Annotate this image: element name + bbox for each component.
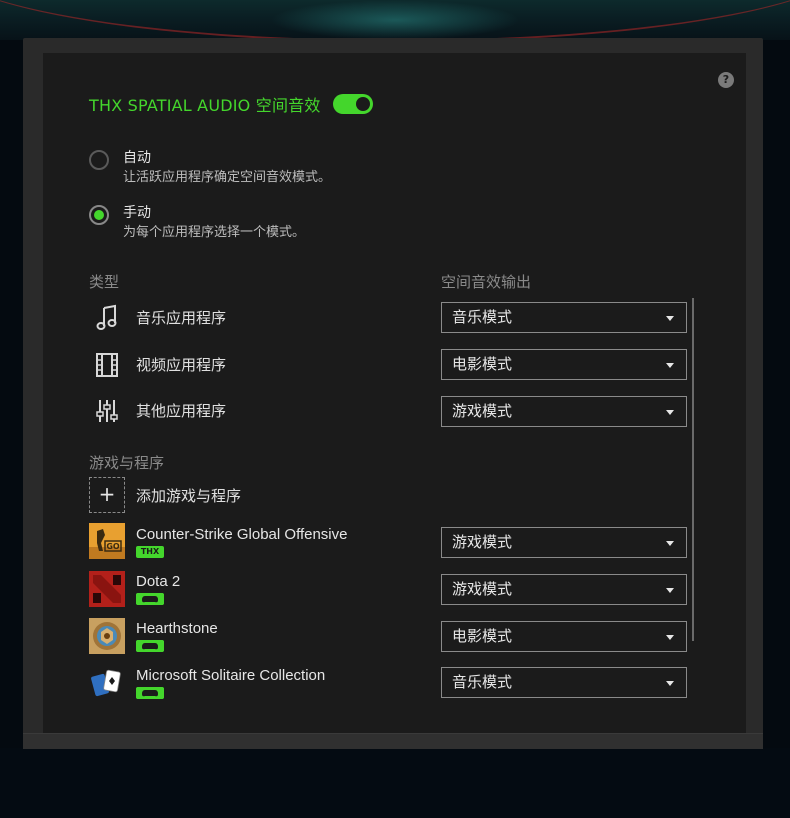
app-type-video-label: 视频应用程序 (136, 356, 227, 374)
app-type-music-mode-select[interactable]: 音乐模式 (441, 302, 687, 333)
banner-arc (0, 0, 790, 40)
game-title-dota2: Dota 2 (136, 573, 181, 590)
gamepad-icon (136, 687, 164, 699)
csgo-logo-icon: GO (89, 523, 125, 559)
select-value: 电影模式 (452, 627, 513, 645)
app-type-other-label: 其他应用程序 (136, 402, 227, 420)
app-type-video-mode-select[interactable]: 电影模式 (441, 349, 687, 380)
app-type-music-label: 音乐应用程序 (136, 309, 227, 327)
spatial-audio-title: THX SPATIAL AUDIO 空间音效 (89, 96, 321, 115)
hearthstone-logo-icon (89, 618, 125, 654)
frame-footer (23, 733, 763, 749)
radio-manual[interactable] (89, 205, 109, 225)
help-icon[interactable]: ? (718, 72, 734, 88)
chevron-down-icon (666, 588, 674, 593)
film-strip-icon (96, 353, 118, 377)
game-solitaire-mode-select[interactable]: 音乐模式 (441, 667, 687, 698)
select-value: 音乐模式 (452, 308, 513, 326)
background-banner (0, 0, 790, 40)
select-value: 游戏模式 (452, 533, 513, 551)
chevron-down-icon (666, 541, 674, 546)
column-output-header: 空间音效输出 (441, 273, 532, 291)
game-title-csgo: Counter-Strike Global Offensive (136, 526, 348, 543)
column-type-header: 类型 (89, 273, 120, 291)
svg-text:GO: GO (106, 542, 120, 551)
mode-auto-option[interactable]: 自动 让活跃应用程序确定空间音效模式。 (89, 149, 331, 189)
spatial-audio-toggle[interactable] (332, 94, 373, 114)
radio-selected-dot (94, 210, 104, 220)
mode-manual-description: 为每个应用程序选择一个模式。 (123, 225, 306, 240)
mode-auto-title: 自动 (123, 150, 151, 166)
game-title-hearthstone: Hearthstone (136, 620, 218, 637)
game-csgo-mode-select[interactable]: 游戏模式 (441, 527, 687, 558)
chevron-down-icon (666, 316, 674, 321)
thx-badge: THX (136, 546, 164, 558)
mode-manual-option[interactable]: 手动 为每个应用程序选择一个模式。 (89, 204, 305, 244)
toggle-knob (355, 97, 370, 111)
scrollbar[interactable] (692, 298, 694, 641)
solitaire-cards-icon (91, 669, 121, 697)
game-dota2-mode-select[interactable]: 游戏模式 (441, 574, 687, 605)
select-value: 游戏模式 (452, 580, 513, 598)
spatial-audio-header: THX SPATIAL AUDIO 空间音效 (89, 92, 373, 116)
mode-auto-description: 让活跃应用程序确定空间音效模式。 (123, 170, 332, 185)
select-value: 电影模式 (452, 355, 513, 373)
music-note-icon (96, 304, 117, 330)
gamepad-icon (136, 593, 164, 605)
add-game-button[interactable]: + (89, 477, 125, 513)
chevron-down-icon (666, 410, 674, 415)
game-hearthstone-mode-select[interactable]: 电影模式 (441, 621, 687, 652)
add-game-label[interactable]: 添加游戏与程序 (136, 485, 241, 506)
equalizer-sliders-icon (96, 400, 118, 422)
game-title-solitaire: Microsoft Solitaire Collection (136, 667, 326, 684)
select-value: 音乐模式 (452, 673, 513, 691)
dota2-logo-icon (89, 571, 125, 607)
app-type-other-mode-select[interactable]: 游戏模式 (441, 396, 687, 427)
mode-manual-title: 手动 (123, 205, 151, 221)
radio-auto[interactable] (89, 150, 109, 170)
select-value: 游戏模式 (452, 402, 513, 420)
chevron-down-icon (666, 681, 674, 686)
background-bottom (0, 748, 790, 818)
chevron-down-icon (666, 635, 674, 640)
chevron-down-icon (666, 363, 674, 368)
games-section-title: 游戏与程序 (89, 454, 165, 472)
gamepad-icon (136, 640, 164, 652)
